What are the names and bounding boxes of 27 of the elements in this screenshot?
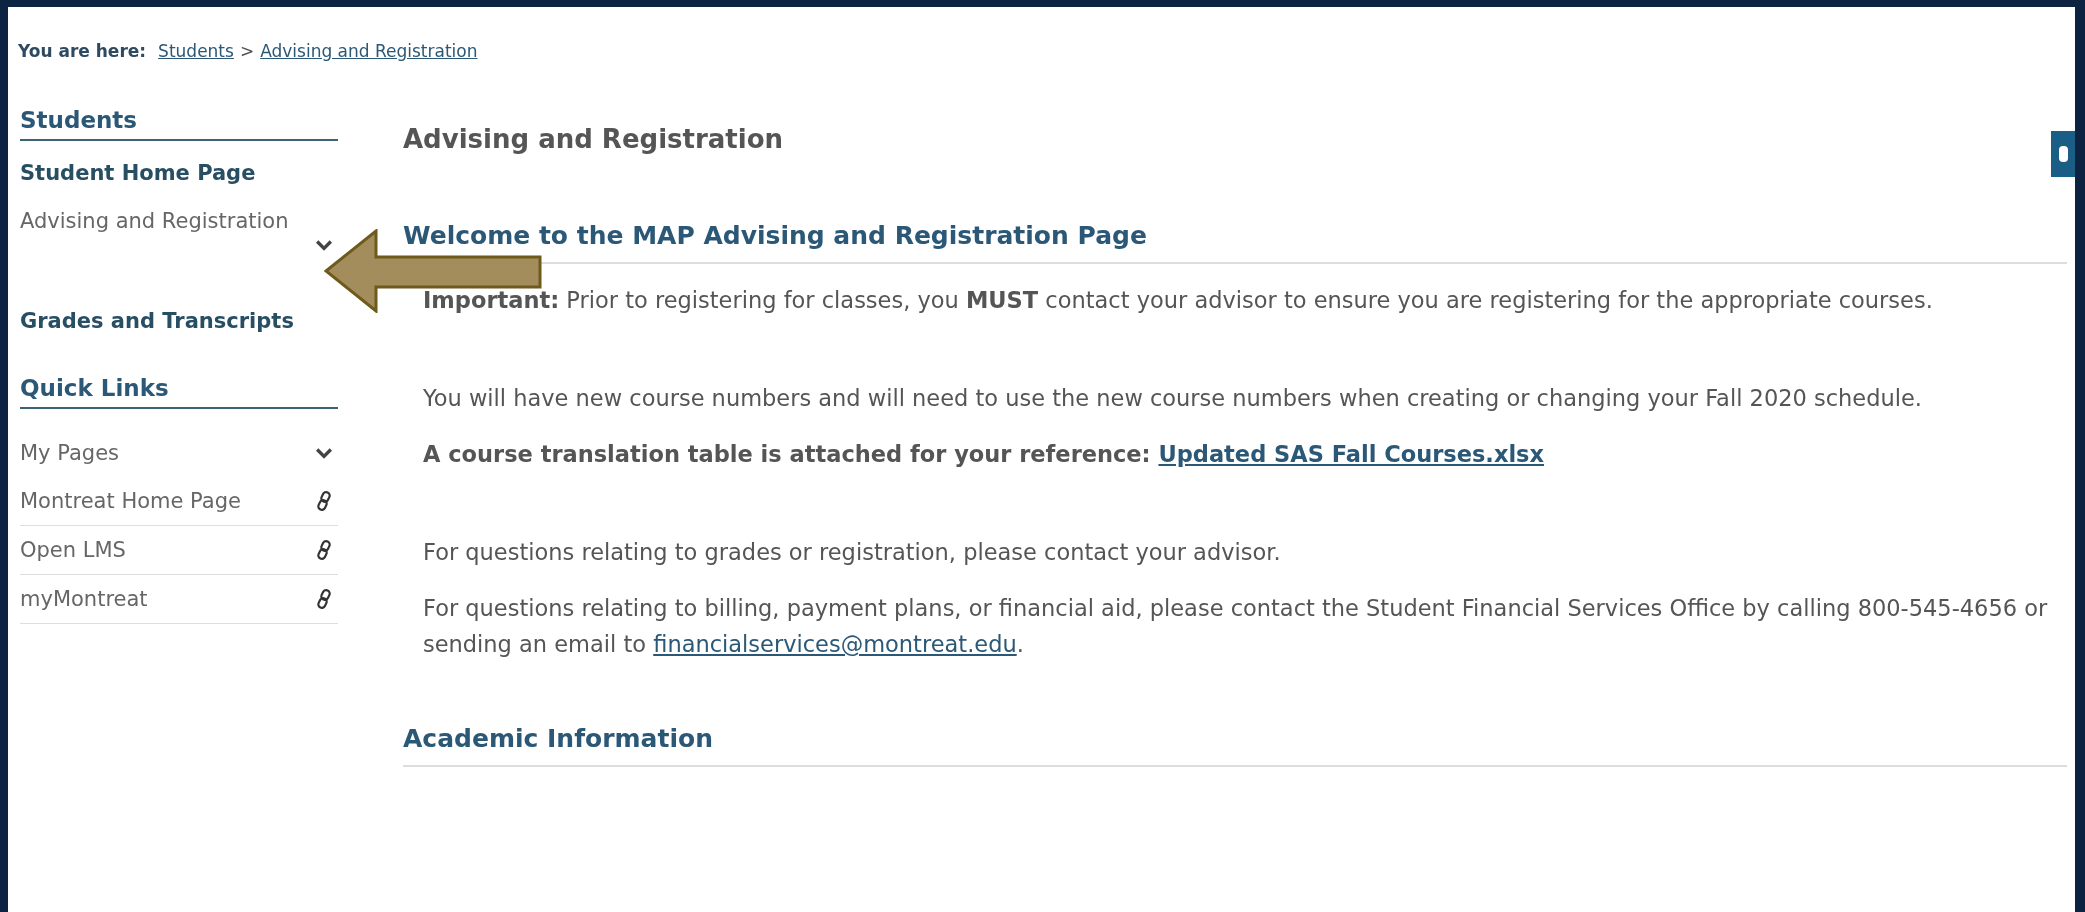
sidebar-heading: Quick Links	[20, 369, 338, 409]
paragraph: Important: Prior to registering for classes, you MUST contact your advisor to ensure you are registering for the appropriate courses.	[423, 286, 1934, 315]
page-title: Advising and Registration	[403, 123, 784, 156]
breadcrumb-link[interactable]: Advising and Registration	[260, 41, 478, 61]
link-icon	[316, 540, 332, 560]
link[interactable]: Updated SAS Fall Courses.xlsx	[1158, 441, 1545, 467]
sidebar-item[interactable]: Student Home Page	[20, 161, 338, 185]
sidebar-item[interactable]: Grades and Transcripts	[20, 309, 338, 333]
sidebar-item[interactable]: My Pages	[20, 441, 119, 465]
link[interactable]: financialservices@montreat.edu	[653, 631, 1017, 657]
section-heading: Academic Information	[403, 724, 2067, 767]
sidebar-link[interactable]: Open LMS	[20, 538, 126, 562]
sidebar-heading: Students	[20, 101, 338, 141]
paragraph: You will have new course numbers and will need to use the new course numbers when creating or changing your Fall 2020 schedule.	[423, 384, 1923, 413]
sidebar-link[interactable]: Montreat Home Page	[20, 489, 241, 513]
link-icon	[316, 491, 332, 511]
breadcrumb-separator: >	[239, 41, 255, 61]
chevron-down-icon[interactable]	[316, 239, 332, 251]
paragraph: For questions relating to grades or registration, please contact your advisor.	[423, 538, 1282, 567]
link-icon	[316, 589, 332, 609]
sidebar-item[interactable]: Advising and Registration	[20, 209, 338, 233]
chevron-down-icon[interactable]	[316, 447, 332, 459]
paragraph: For questions relating to billing, payment plans, or financial aid, please contact the Student Financial Services Office by calling 800-545-4656 or sending an email to financialservices@montreat.edu.	[423, 594, 2049, 659]
breadcrumb-link[interactable]: Students	[158, 41, 234, 61]
breadcrumb-label: You are here:	[18, 41, 147, 61]
sidebar-link[interactable]: myMontreat	[20, 587, 148, 611]
paragraph: A course translation table is attached for your reference: Updated SAS Fall Courses.xlsx	[423, 440, 1546, 469]
